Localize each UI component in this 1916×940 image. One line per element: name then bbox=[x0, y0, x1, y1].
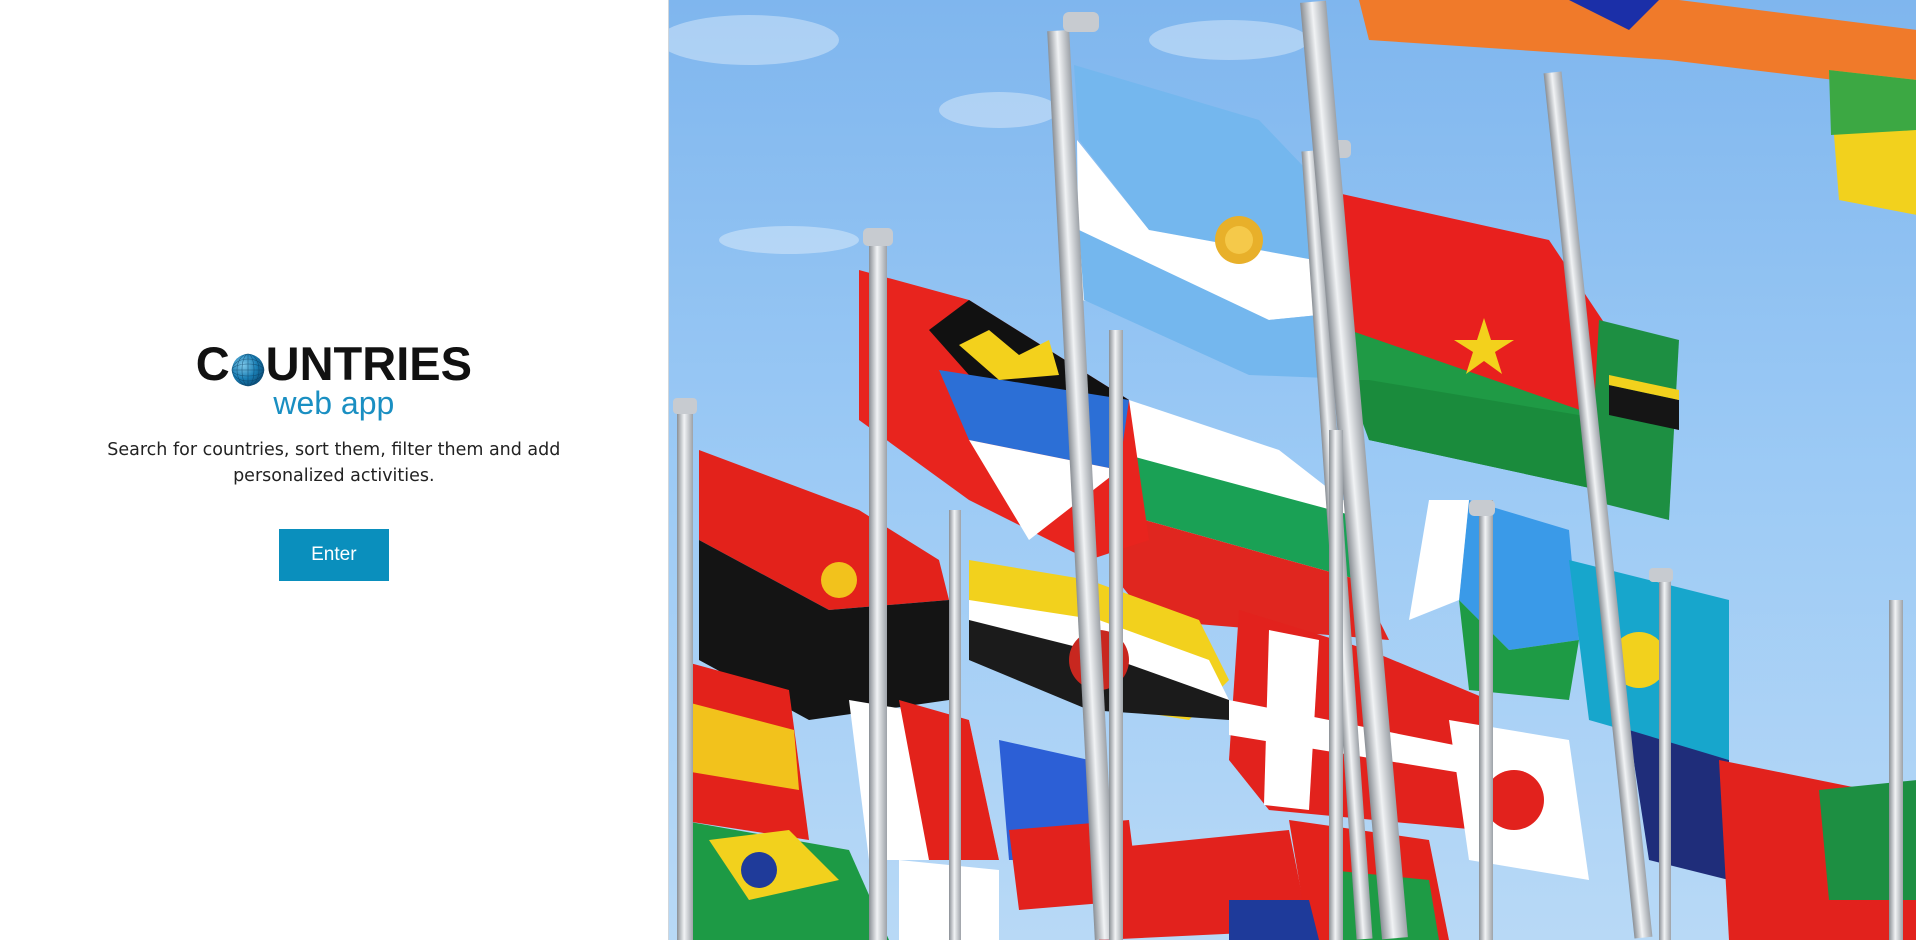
globe-icon bbox=[231, 347, 265, 387]
landing-page: C UNTRIES web app Search for countries, … bbox=[0, 0, 1916, 940]
hero-panel: C UNTRIES web app Search for countries, … bbox=[0, 0, 668, 940]
logo-wordmark: C UNTRIES bbox=[196, 340, 472, 387]
logo-subtitle: web app bbox=[273, 384, 395, 421]
hero-tagline: Search for countries, sort them, filter … bbox=[107, 439, 561, 486]
logo-letter-c: C bbox=[195, 336, 230, 390]
logo-letters-rest: UNTRIES bbox=[265, 336, 472, 390]
app-logo: C UNTRIES web app bbox=[196, 340, 472, 419]
flags-photo bbox=[668, 0, 1916, 940]
enter-button[interactable]: Enter bbox=[278, 528, 389, 581]
flags-hero-image bbox=[667, 0, 1916, 940]
